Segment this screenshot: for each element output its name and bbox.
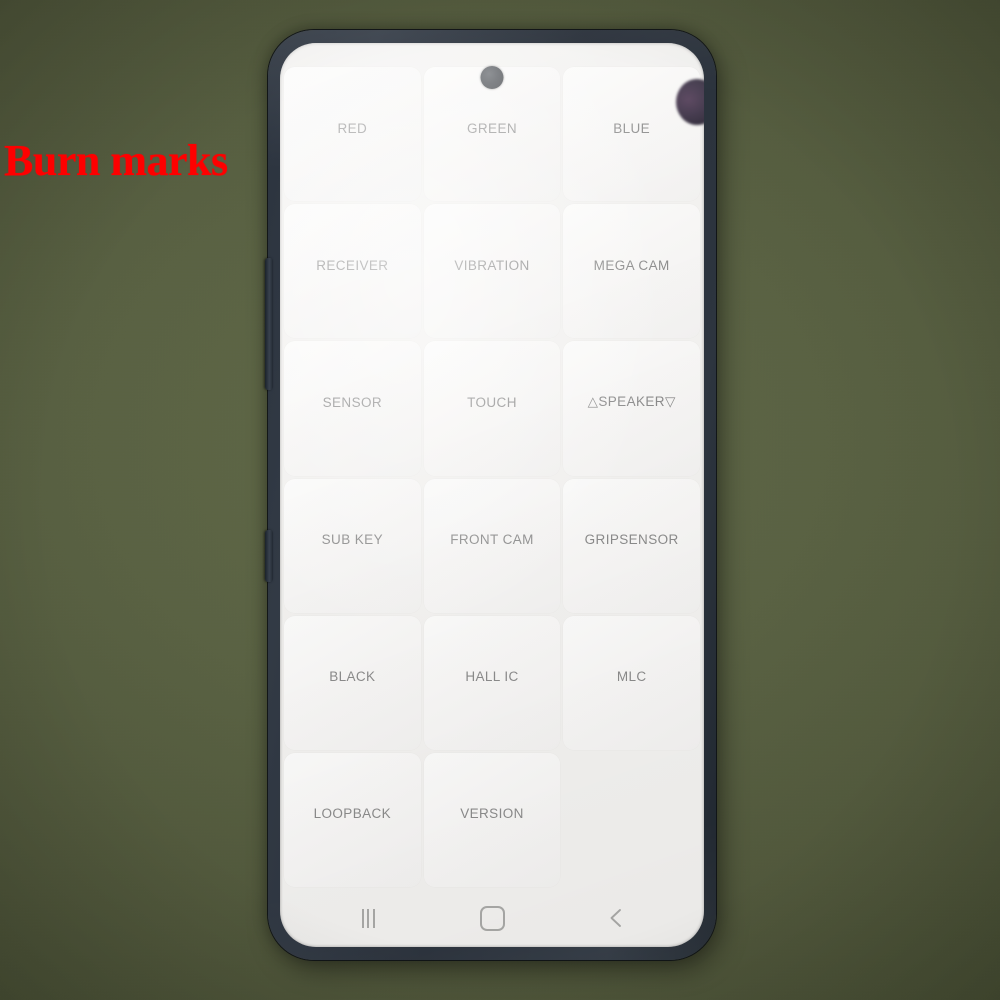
- test-button-vibration[interactable]: VIBRATION: [423, 204, 561, 339]
- nav-recents-button[interactable]: Recents: [346, 903, 390, 933]
- test-button-label: GREEN: [466, 120, 517, 136]
- test-button-mlc[interactable]: MLC: [563, 615, 700, 750]
- test-button-label: HALL IC: [465, 669, 519, 685]
- test-button-front-cam[interactable]: FRONT CAM: [423, 478, 561, 613]
- test-grid: RED GREEN BLUE RECEIVER VIBRATION MEGA CAM SEN…: [280, 67, 704, 887]
- power-button[interactable]: [265, 530, 273, 582]
- test-button-hall-ic[interactable]: HALL IC: [423, 615, 561, 750]
- test-button-label: MLC: [616, 669, 647, 685]
- test-button-gripsensor[interactable]: GRIPSENSOR: [563, 478, 700, 613]
- test-button-speaker[interactable]: △SPEAKER▽: [563, 341, 700, 476]
- punch-hole-camera-icon: [480, 66, 504, 89]
- home-icon: [479, 905, 505, 931]
- test-button-black[interactable]: BLACK: [284, 615, 421, 750]
- test-button-label: TOUCH: [467, 394, 517, 410]
- test-button-label: MEGA CAM: [593, 257, 670, 273]
- test-button-label: VIBRATION: [454, 257, 530, 273]
- test-button-label: BLUE: [613, 120, 651, 136]
- nav-back-button[interactable]: Back: [594, 903, 638, 933]
- navigation-bar: Recents Home Back: [280, 889, 704, 947]
- test-button-label: △SPEAKER▽: [587, 394, 676, 410]
- burn-marks-annotation-label: Burn marks: [4, 136, 228, 185]
- test-button-label: FRONT CAM: [450, 532, 534, 548]
- recents-icon: [361, 908, 375, 928]
- nav-home-button[interactable]: Home: [470, 903, 514, 933]
- test-button-label: RECEIVER: [316, 257, 389, 273]
- test-button-label: RED: [337, 120, 368, 136]
- test-button-red[interactable]: RED: [284, 67, 421, 202]
- test-button-mega-cam[interactable]: MEGA CAM: [563, 204, 700, 339]
- test-button-label: SUB KEY: [321, 532, 383, 548]
- test-button-sub-key[interactable]: SUB KEY: [284, 478, 421, 613]
- test-button-sensor[interactable]: SENSOR: [284, 341, 421, 476]
- test-button-label: BLACK: [329, 669, 376, 685]
- test-button-version[interactable]: VERSION: [423, 752, 561, 887]
- volume-rocker-button[interactable]: [265, 258, 273, 390]
- phone-screen: RED GREEN BLUE RECEIVER VIBRATION MEGA CAM SEN…: [280, 43, 704, 947]
- test-button-label: LOOPBACK: [313, 806, 392, 822]
- back-chevron-icon: [610, 909, 621, 927]
- test-button-label: VERSION: [460, 806, 524, 822]
- test-button-receiver[interactable]: RECEIVER: [284, 204, 421, 339]
- test-button-touch[interactable]: TOUCH: [423, 341, 561, 476]
- phone-device: RED GREEN BLUE RECEIVER VIBRATION MEGA CAM SEN…: [265, 30, 716, 960]
- test-grid-empty-cell: [563, 753, 700, 887]
- test-button-label: SENSOR: [322, 394, 383, 410]
- test-button-loopback[interactable]: LOOPBACK: [284, 752, 421, 887]
- test-button-label: GRIPSENSOR: [584, 532, 679, 548]
